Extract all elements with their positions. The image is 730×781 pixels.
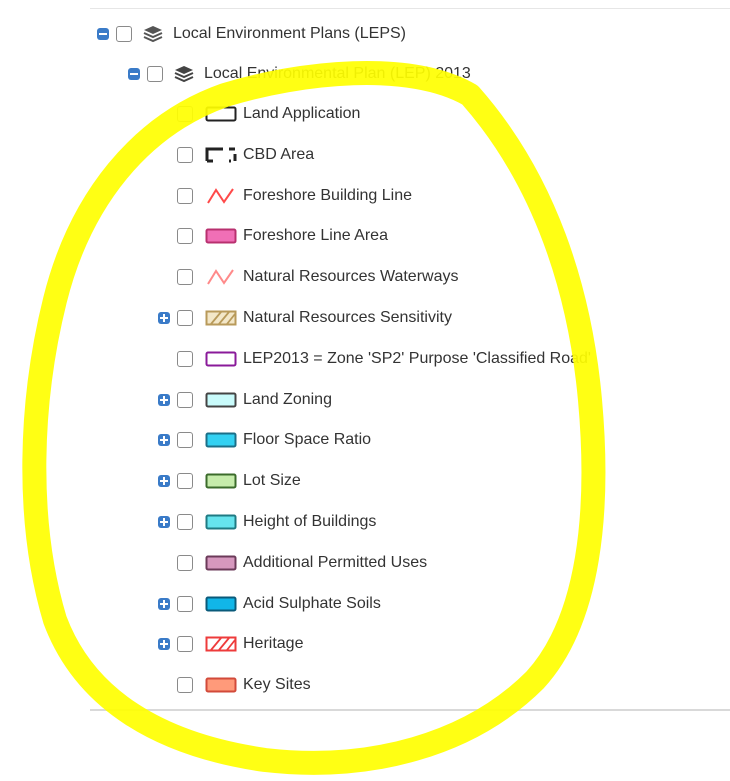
layer-checkbox[interactable] [177, 596, 193, 612]
legend-symbol-icon [205, 392, 237, 408]
legend-symbol-icon [205, 596, 237, 612]
layer-label[interactable]: Lot Size [243, 472, 301, 490]
layer-row[interactable]: Land Zoning [158, 388, 332, 412]
layer-checkbox[interactable] [177, 351, 193, 367]
layer-checkbox[interactable] [177, 269, 193, 285]
layers-highlighted-icon [174, 66, 194, 83]
expand-icon[interactable] [158, 598, 170, 610]
layer-label[interactable]: LEP2013 = Zone 'SP2' Purpose 'Classified… [243, 350, 591, 368]
expand-icon[interactable] [158, 516, 170, 528]
legend-symbol-icon [205, 514, 237, 530]
layer-row[interactable]: Natural Resources Waterways [177, 265, 458, 289]
group-checkbox[interactable] [116, 26, 132, 42]
legend-symbol-icon [205, 555, 237, 571]
legend-symbol-icon [205, 106, 237, 122]
expand-icon[interactable] [158, 312, 170, 324]
layer-label[interactable]: Foreshore Line Area [243, 227, 388, 245]
legend-symbol-icon [205, 677, 237, 693]
layer-label[interactable]: Key Sites [243, 676, 311, 694]
layer-checkbox[interactable] [177, 106, 193, 122]
tree-group-leps[interactable]: Local Environment Plans (LEPS) [97, 22, 406, 46]
layer-label[interactable]: Land Application [243, 105, 360, 123]
layers-icon [143, 26, 163, 43]
layer-checkbox[interactable] [177, 473, 193, 489]
legend-symbol-icon [207, 188, 234, 204]
layer-checkbox[interactable] [177, 310, 193, 326]
layer-checkbox[interactable] [177, 188, 193, 204]
layer-label[interactable]: Foreshore Building Line [243, 187, 412, 205]
layer-label[interactable]: Additional Permitted Uses [243, 554, 427, 572]
layer-checkbox[interactable] [177, 392, 193, 408]
legend-symbol-icon [205, 636, 237, 652]
layer-row[interactable]: Lot Size [158, 469, 301, 493]
layer-label[interactable]: CBD Area [243, 146, 314, 164]
bottom-divider [90, 709, 730, 711]
expand-icon[interactable] [158, 434, 170, 446]
collapse-icon[interactable] [128, 68, 140, 80]
layer-label[interactable]: Heritage [243, 635, 303, 653]
layer-label[interactable]: Height of Buildings [243, 513, 376, 531]
layer-row[interactable]: Foreshore Building Line [177, 184, 412, 208]
layer-row[interactable]: CBD Area [177, 143, 314, 167]
top-divider [90, 8, 730, 9]
expand-icon[interactable] [158, 638, 170, 650]
expand-icon[interactable] [158, 394, 170, 406]
layer-checkbox[interactable] [177, 147, 193, 163]
collapse-icon[interactable] [97, 28, 109, 40]
layer-label[interactable]: Natural Resources Sensitivity [243, 309, 452, 327]
layer-checkbox[interactable] [177, 636, 193, 652]
layer-row[interactable]: Key Sites [177, 673, 311, 697]
legend-symbol-icon [207, 269, 234, 285]
layer-checkbox[interactable] [177, 514, 193, 530]
layer-checkbox[interactable] [177, 432, 193, 448]
layer-label[interactable]: Land Zoning [243, 391, 332, 409]
legend-symbol-icon [205, 228, 237, 244]
legend-symbol-icon [205, 432, 237, 448]
layer-row[interactable]: Natural Resources Sensitivity [158, 306, 452, 330]
layer-row[interactable]: Floor Space Ratio [158, 428, 371, 452]
tree-subgroup-lep2013[interactable]: Local Environmental Plan (LEP) 2013 [128, 62, 471, 86]
layer-label[interactable]: Floor Space Ratio [243, 431, 371, 449]
layer-row[interactable]: Acid Sulphate Soils [158, 592, 381, 616]
layer-checkbox[interactable] [177, 555, 193, 571]
layer-row[interactable]: Heritage [158, 632, 303, 656]
legend-symbol-icon [205, 310, 237, 326]
layer-checkbox[interactable] [177, 677, 193, 693]
layer-label[interactable]: Acid Sulphate Soils [243, 595, 381, 613]
legend-symbol-icon [205, 351, 237, 367]
yellow-highlight-annotation [22, 61, 606, 775]
layer-row[interactable]: Land Application [177, 102, 360, 126]
layer-label[interactable]: Natural Resources Waterways [243, 268, 458, 286]
expand-icon[interactable] [158, 475, 170, 487]
legend-symbol-icon [205, 147, 237, 163]
subgroup-checkbox[interactable] [147, 66, 163, 82]
subgroup-label[interactable]: Local Environmental Plan (LEP) 2013 [204, 65, 471, 83]
layer-row[interactable]: LEP2013 = Zone 'SP2' Purpose 'Classified… [177, 347, 591, 371]
layer-row[interactable]: Additional Permitted Uses [177, 551, 427, 575]
layer-checkbox[interactable] [177, 228, 193, 244]
layer-row[interactable]: Foreshore Line Area [177, 224, 388, 248]
group-label[interactable]: Local Environment Plans (LEPS) [173, 25, 406, 43]
legend-symbol-icon [205, 473, 237, 489]
layer-row[interactable]: Height of Buildings [158, 510, 376, 534]
